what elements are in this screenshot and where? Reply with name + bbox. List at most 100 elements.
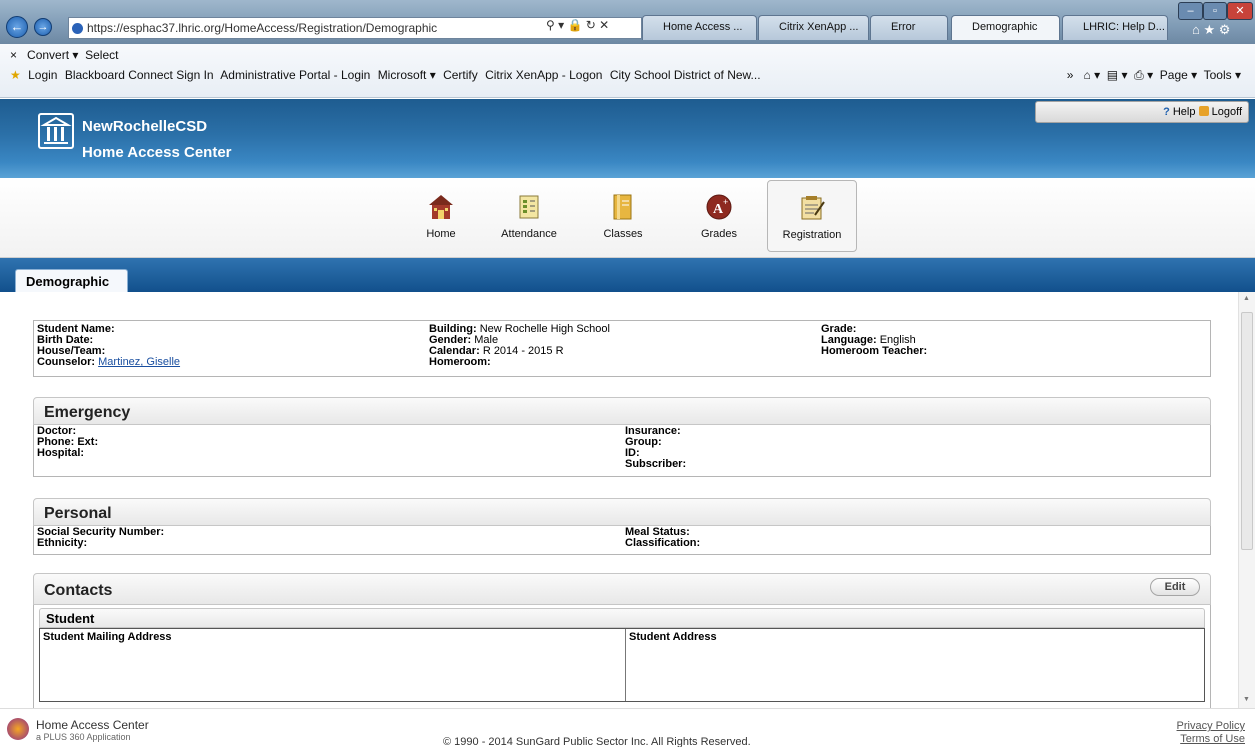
clipboard-icon [797, 193, 827, 223]
page-menu[interactable]: Page ▾ [1160, 68, 1197, 82]
chevron-right-icon[interactable]: » [1067, 68, 1074, 82]
calendar-icon [514, 192, 544, 222]
privacy-policy-link[interactable]: Privacy Policy [1177, 720, 1245, 732]
counselor-row: Counselor: Martinez, Giselle [37, 356, 181, 368]
browser-window: – ▫ ✕ ← → https://esphac37.lhric.org/Hom… [0, 0, 1255, 747]
select-button[interactable]: Select [85, 48, 118, 62]
logoff-icon[interactable] [1198, 106, 1209, 116]
footer-app-name: Home Access Center [36, 718, 149, 732]
nav-classes[interactable]: Classes [590, 188, 656, 252]
home-icon[interactable]: ⌂ ▾ [1083, 68, 1100, 82]
edit-button[interactable]: Edit [1150, 578, 1200, 596]
feeds-icon[interactable]: ▤ ▾ [1107, 68, 1128, 82]
main-nav: Home Attendance Classes A + Grades Regist… [0, 178, 1255, 258]
subscriber-label: Subscriber: [625, 458, 687, 470]
notebook-icon [608, 192, 638, 222]
close-icon[interactable]: × [10, 48, 17, 62]
help-icon[interactable]: ? [1163, 106, 1170, 118]
hospital-label: Hospital: [37, 447, 85, 459]
emergency-body: Doctor: Phone: Ext: Hospital: Insurance:… [33, 425, 1211, 477]
scrollbar-thumb[interactable] [1241, 312, 1253, 550]
nav-buttons: ← → [6, 14, 66, 40]
scroll-up-icon[interactable]: ▲ [1243, 295, 1250, 302]
back-icon[interactable]: ← [6, 16, 28, 38]
contacts-section: Contacts Edit Student Student Mailing Ad… [33, 573, 1211, 708]
tab-demographic[interactable]: Demographic [951, 15, 1060, 40]
emergency-right: Insurance: Group: ID: Subscriber: [625, 426, 686, 470]
app-name: Home Access Center [82, 144, 232, 161]
svg-text:+: + [723, 197, 728, 207]
search-refresh-icons[interactable]: ⚲ ▾ 🔒 ↻ ✕ [546, 18, 609, 32]
maximize-button[interactable]: ▫ [1203, 2, 1227, 20]
favorite-admin-portal[interactable]: Administrative Portal - Login [220, 68, 370, 82]
scroll-down-icon[interactable]: ▼ [1243, 696, 1250, 703]
terms-of-use-link[interactable]: Terms of Use [1180, 733, 1245, 745]
tools-menu[interactable]: Tools ▾ [1204, 68, 1241, 82]
nav-classes-label: Classes [603, 228, 643, 240]
nav-attendance[interactable]: Attendance [496, 188, 562, 252]
school-house-icon [426, 192, 456, 222]
nav-attendance-label: Attendance [501, 228, 557, 240]
tab-citrix[interactable]: Citrix XenApp ... [758, 15, 869, 40]
tab-lhric-help[interactable]: LHRIC: Help D... [1062, 15, 1168, 40]
favorite-login[interactable]: Login [28, 68, 57, 82]
nav-registration[interactable]: Registration [767, 180, 857, 252]
personal-title: Personal [33, 498, 1211, 526]
student-mailing-address-header: Student Mailing Address [43, 631, 172, 643]
favorite-citrix[interactable]: Citrix XenApp - Logon [485, 68, 602, 82]
plus-360-logo-icon [7, 718, 29, 740]
column-divider [625, 629, 626, 701]
close-button[interactable]: ✕ [1227, 2, 1253, 20]
browser-titlebar: – ▫ ✕ ← → https://esphac37.lhric.org/Hom… [0, 0, 1255, 44]
nav-registration-label: Registration [782, 229, 842, 241]
district-logo-icon [38, 113, 74, 149]
personal-right: Meal Status: Classification: [625, 527, 700, 549]
help-logoff-box: ? Help Logoff [1035, 101, 1249, 123]
nav-grades-label: Grades [700, 228, 738, 240]
contacts-body: Student Student Mailing Address Student … [33, 605, 1211, 708]
convert-button[interactable]: Convert ▾ [27, 48, 78, 62]
favorite-csd-new-rochelle[interactable]: City School District of New... [610, 68, 761, 82]
nav-grades[interactable]: A + Grades [686, 188, 752, 252]
tab-error[interactable]: Error [870, 15, 948, 40]
student-summary: Student Name: Birth Date: House/Team: Co… [33, 320, 1211, 377]
main-content: Student Name: Birth Date: House/Team: Co… [0, 292, 1238, 708]
a-plus-icon: A + [704, 192, 734, 222]
student-address-header: Student Address [629, 631, 717, 643]
district-name: NewRochelleCSD [82, 118, 208, 135]
tab-home-access[interactable]: Home Access ... [642, 15, 757, 40]
forward-icon[interactable]: → [34, 18, 52, 36]
favorites-star-icon[interactable]: ★ [10, 68, 21, 82]
logoff-link[interactable]: Logoff [1212, 106, 1242, 118]
counselor-link[interactable]: Martinez, Giselle [98, 356, 180, 368]
convert-toolbar: × Convert ▾ Select [10, 48, 118, 62]
summary-col-2: Building: New Rochelle High School Gende… [429, 324, 610, 368]
summary-col-1: Student Name: Birth Date: House/Team: Co… [37, 324, 180, 368]
nav-home[interactable]: Home [408, 188, 474, 252]
favorite-certify[interactable]: Certify [443, 68, 478, 82]
classification-label: Classification: [625, 537, 701, 549]
favorite-microsoft[interactable]: Microsoft ▾ [378, 68, 436, 82]
emergency-section: Emergency Doctor: Phone: Ext: Hospital: … [33, 397, 1211, 477]
help-link[interactable]: Help [1173, 106, 1196, 118]
vertical-scrollbar[interactable]: ▲ ▼ [1238, 292, 1255, 708]
page-footer: Home Access Center a PLUS 360 Applicatio… [0, 708, 1255, 747]
homeroom-teacher-row: Homeroom Teacher: [821, 345, 928, 357]
personal-section: Personal Social Security Number: Ethnici… [33, 498, 1211, 555]
personal-left: Social Security Number: Ethnicity: [37, 527, 164, 549]
emergency-title: Emergency [33, 397, 1211, 425]
minimize-button[interactable]: – [1178, 2, 1203, 20]
student-address-table: Student Mailing Address Student Address [39, 628, 1205, 702]
url-text: https://esphac37.lhric.org/HomeAccess/Re… [87, 21, 438, 35]
footer-links: Privacy Policy Terms of Use [1177, 720, 1245, 746]
footer-copyright: © 1990 - 2014 SunGard Public Sector Inc.… [443, 736, 751, 747]
ethnicity-label: Ethnicity: [37, 537, 88, 549]
footer-app-subtitle: a PLUS 360 Application [36, 732, 131, 742]
favorite-blackboard[interactable]: Blackboard Connect Sign In [65, 68, 214, 82]
print-icon[interactable]: ⎙ ▾ [1134, 68, 1153, 82]
site-icon [72, 23, 83, 34]
app-header: NewRochelleCSD Home Access Center ? Help… [0, 99, 1255, 178]
nav-home-label: Home [426, 228, 456, 240]
student-subheader: Student [39, 608, 1205, 628]
home-star-gear-icons[interactable]: ⌂ ★ ⚙ [1192, 22, 1230, 38]
